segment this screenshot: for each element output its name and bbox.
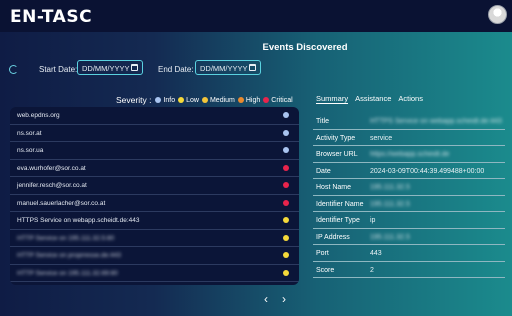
severity-dot-icon <box>283 164 289 171</box>
event-row[interactable]: jennifer.resch@sor.co.at <box>10 177 299 195</box>
event-detail-table: Title HTTPS Service on webapp.scheidt.de:… <box>313 113 505 278</box>
detail-key: Identifier Type <box>316 217 360 224</box>
severity-dot-icon <box>283 252 289 258</box>
detail-row: Browser URL https://webapp.scheidt.de <box>313 146 505 163</box>
detail-key: Browser URL <box>316 151 358 158</box>
severity-critical: Critical <box>263 96 293 104</box>
calendar-icon[interactable] <box>249 64 256 71</box>
page-title: Events Discovered <box>262 42 348 53</box>
event-row[interactable]: eva.wurhofer@sor.co.at <box>10 160 299 177</box>
event-row[interactable]: ns.sor.ua <box>10 142 299 160</box>
event-label: ns.sor.ua <box>17 147 44 154</box>
severity-medium: Medium <box>201 96 235 104</box>
detail-row: Host Name 195.111.32.5 <box>313 179 505 196</box>
detail-value: 195.111.32.5 <box>370 200 410 208</box>
detail-key: Host Name <box>316 184 352 191</box>
top-bar: EN-TASC <box>0 0 512 32</box>
event-label: HTTP Service on proprresse.de:443 <box>17 252 121 259</box>
severity-dot-icon <box>283 112 289 118</box>
detail-key: Title <box>316 118 329 125</box>
start-date-input[interactable]: DD/MM/YYYY <box>77 60 143 75</box>
high-dot-icon <box>237 97 244 103</box>
detail-key: Port <box>316 250 329 257</box>
detail-tabs: Summary Assistance Actions <box>316 94 430 104</box>
severity-dot-icon <box>283 199 289 206</box>
event-label: ns.sor.at <box>17 129 42 137</box>
severity-info: Info <box>155 97 175 104</box>
severity-label: Info <box>163 96 176 104</box>
event-label: HTTP Service on 195.111.32.5:80 <box>17 234 115 242</box>
severity-dot-icon <box>283 129 289 136</box>
severity-label: High <box>245 96 261 104</box>
medium-dot-icon <box>201 97 208 103</box>
detail-row: Identifier Type ip <box>313 212 505 229</box>
detail-row: Activity Type service <box>313 130 505 146</box>
next-page-button[interactable]: › <box>282 292 286 306</box>
events-list: web.epdns.org ns.sor.at ns.sor.ua eva.wurho… <box>10 107 299 285</box>
severity-legend: Severity : Info Low Medium High Critical <box>116 95 296 105</box>
severity-title: Severity : <box>116 95 152 105</box>
event-row[interactable]: HTTP Service on 195.111.32.5:80 <box>10 230 299 247</box>
severity-dot-icon <box>283 217 289 223</box>
detail-value: service <box>370 134 393 142</box>
detail-row: Identifier Name 195.111.32.5 <box>313 196 505 212</box>
severity-dot-icon <box>283 234 289 241</box>
severity-dot-icon <box>283 269 289 276</box>
detail-value: 443 <box>370 250 382 257</box>
event-label: eva.wurhofer@sor.co.at <box>17 164 86 172</box>
event-row[interactable]: web.epdns.org <box>10 107 299 125</box>
event-label: web.epdns.org <box>17 112 60 119</box>
tab-actions[interactable]: Actions <box>398 94 423 104</box>
app-logo[interactable]: EN-TASC <box>10 7 92 27</box>
detail-key: Score <box>316 266 335 274</box>
detail-row: Port 443 <box>313 245 505 262</box>
severity-low: Low <box>178 97 199 104</box>
start-date-placeholder: DD/MM/YYYY <box>82 64 130 73</box>
detail-value: 195.111.32.5 <box>370 184 410 191</box>
event-row[interactable]: manuel.sauerlacher@sor.co.at <box>10 195 299 212</box>
event-label: jennifer.resch@sor.co.at <box>17 182 87 189</box>
event-label: HTTP Service on 195.111.32.69:80 <box>17 269 118 277</box>
event-row[interactable]: ns.sor.at <box>10 125 299 142</box>
detail-row: IP Address 195.111.32.5 <box>313 229 505 245</box>
detail-row: Score 2 <box>313 262 505 278</box>
end-date-placeholder: DD/MM/YYYY <box>200 64 248 73</box>
event-row[interactable]: HTTPS Service on webapp.scheidt.de:443 <box>10 212 299 230</box>
event-label: manuel.sauerlacher@sor.co.at <box>17 199 106 207</box>
detail-key: Identifier Name <box>316 200 364 208</box>
event-row[interactable]: HTTP Service on proprresse.de:443 <box>10 247 299 265</box>
severity-label: Critical <box>271 96 293 104</box>
detail-value: 195.111.32.5 <box>370 233 410 241</box>
start-date-label: Start Date: <box>39 65 78 74</box>
detail-value: 2 <box>370 266 374 274</box>
end-date-label: End Date: <box>158 65 194 74</box>
detail-value: 2024-03-09T00:44:39.499488+00:00 <box>370 167 485 175</box>
detail-value: https://webapp.scheidt.de <box>370 151 450 158</box>
detail-value: HTTPS Service on webapp.scheidt.de:443 <box>370 118 502 125</box>
severity-dot-icon <box>283 147 289 153</box>
user-avatar[interactable] <box>488 5 507 24</box>
critical-dot-icon <box>263 97 270 103</box>
event-label: HTTPS Service on webapp.scheidt.de:443 <box>17 217 140 224</box>
prev-page-button[interactable]: ‹ <box>264 292 268 306</box>
detail-key: Activity Type <box>316 134 356 142</box>
low-dot-icon <box>178 97 185 103</box>
detail-row: Date 2024-03-09T00:44:39.499488+00:00 <box>313 163 505 179</box>
loading-spinner-icon <box>9 65 18 74</box>
end-date-input[interactable]: DD/MM/YYYY <box>195 60 261 75</box>
detail-key: IP Address <box>316 233 350 241</box>
severity-label: Medium <box>209 96 235 104</box>
severity-high: High <box>237 96 261 104</box>
severity-dot-icon <box>283 182 289 188</box>
info-dot-icon <box>155 97 162 103</box>
detail-key: Date <box>316 167 331 175</box>
severity-label: Low <box>186 96 199 104</box>
tab-summary[interactable]: Summary <box>316 94 349 104</box>
tab-assistance[interactable]: Assistance <box>355 94 391 104</box>
calendar-icon[interactable] <box>131 64 138 71</box>
detail-row: Title HTTPS Service on webapp.scheidt.de:… <box>313 113 505 130</box>
event-row[interactable]: HTTP Service on 195.111.32.69:80 <box>10 265 299 282</box>
detail-value: ip <box>370 217 376 224</box>
